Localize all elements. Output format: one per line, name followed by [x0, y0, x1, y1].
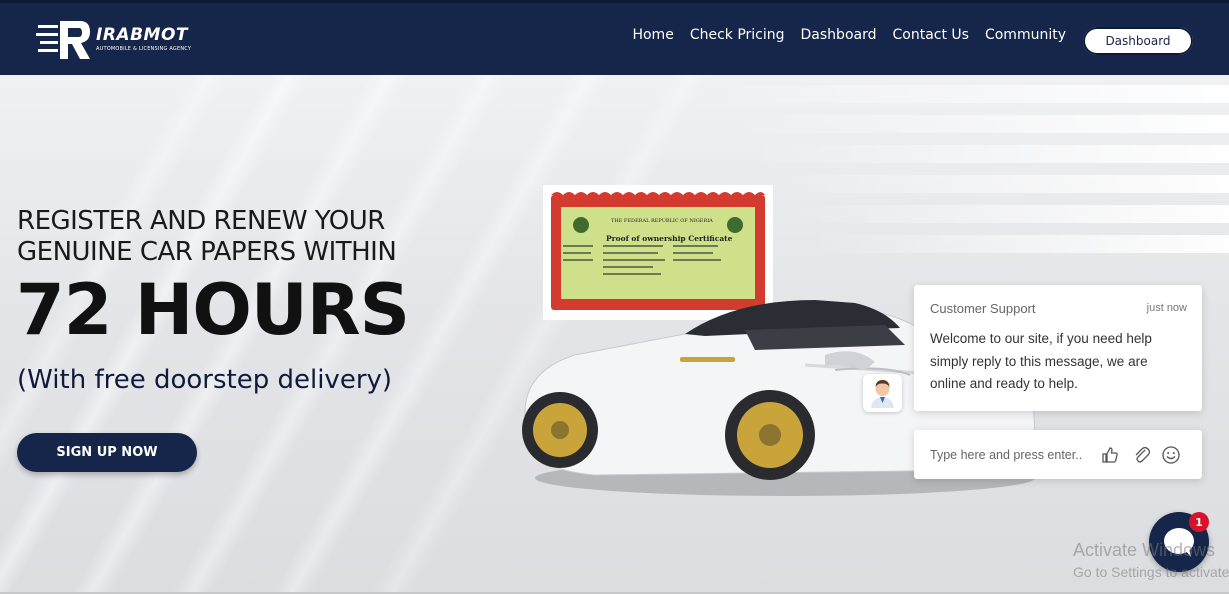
hero-headline: REGISTER AND RENEW YOUR GENUINE CAR PAPE…	[17, 206, 397, 268]
chat-input-bar	[914, 430, 1202, 479]
chat-message-input[interactable]	[928, 442, 1092, 468]
nav-check-pricing[interactable]: Check Pricing	[690, 27, 785, 43]
windows-activation-watermark-title: Activate Windows	[1073, 540, 1216, 560]
brand-tagline: AUTOMOBILE & LICENSING AGENCY	[96, 46, 192, 52]
thumbs-up-icon[interactable]	[1100, 445, 1120, 465]
nav-community[interactable]: Community	[985, 27, 1066, 43]
support-agent-avatar	[863, 374, 902, 412]
bg-ledge	[789, 205, 1229, 223]
paperclip-icon[interactable]	[1132, 445, 1152, 465]
bg-ledge	[709, 85, 1229, 103]
nav-dashboard[interactable]: Dashboard	[801, 27, 877, 43]
hero-section: REGISTER AND RENEW YOUR GENUINE CAR PAPE…	[0, 75, 1229, 592]
certificate-heading: THE FEDERAL REPUBLIC OF NIGERIA	[611, 218, 713, 224]
top-navbar: IRABMOT AUTOMOBILE & LICENSING AGENCY Ho…	[0, 0, 1229, 75]
bg-ledge	[769, 175, 1229, 193]
chat-message-card: Customer Support just now Welcome to our…	[914, 285, 1202, 411]
windows-activation-watermark-subtitle: Go to Settings to activate Windows.	[1073, 564, 1229, 580]
sign-up-button[interactable]: SIGN UP NOW	[17, 433, 197, 472]
dashboard-button[interactable]: Dashboard	[1083, 27, 1193, 55]
chat-title: Customer Support	[930, 301, 1036, 316]
certificate-title: Proof of ownership Certificate	[606, 234, 733, 243]
nav-contact-us[interactable]: Contact Us	[893, 27, 969, 43]
chat-message-text: Welcome to our site, if you need help si…	[930, 331, 1152, 391]
nav-home[interactable]: Home	[632, 27, 673, 43]
bg-ledge	[729, 115, 1229, 133]
bg-ledge	[809, 235, 1229, 253]
hero-headline-line1: REGISTER AND RENEW YOUR	[17, 206, 385, 236]
logo-mark-icon	[36, 21, 90, 59]
emoji-icon[interactable]	[1161, 445, 1181, 465]
hero-big-text: 72 HOURS	[16, 269, 410, 351]
brand-name: IRABMOT	[96, 25, 188, 45]
unread-count-badge: 1	[1189, 512, 1209, 532]
hero-headline-line2: GENUINE CAR PAPERS WITHIN	[17, 237, 397, 267]
bg-ledge	[749, 145, 1229, 163]
hero-subtext: (With free doorstep delivery)	[17, 365, 393, 395]
brand-logo[interactable]: IRABMOT AUTOMOBILE & LICENSING AGENCY	[36, 17, 191, 65]
main-menu: Home Check Pricing Dashboard Contact Us …	[632, 27, 1066, 43]
chat-timestamp: just now	[1146, 302, 1187, 314]
